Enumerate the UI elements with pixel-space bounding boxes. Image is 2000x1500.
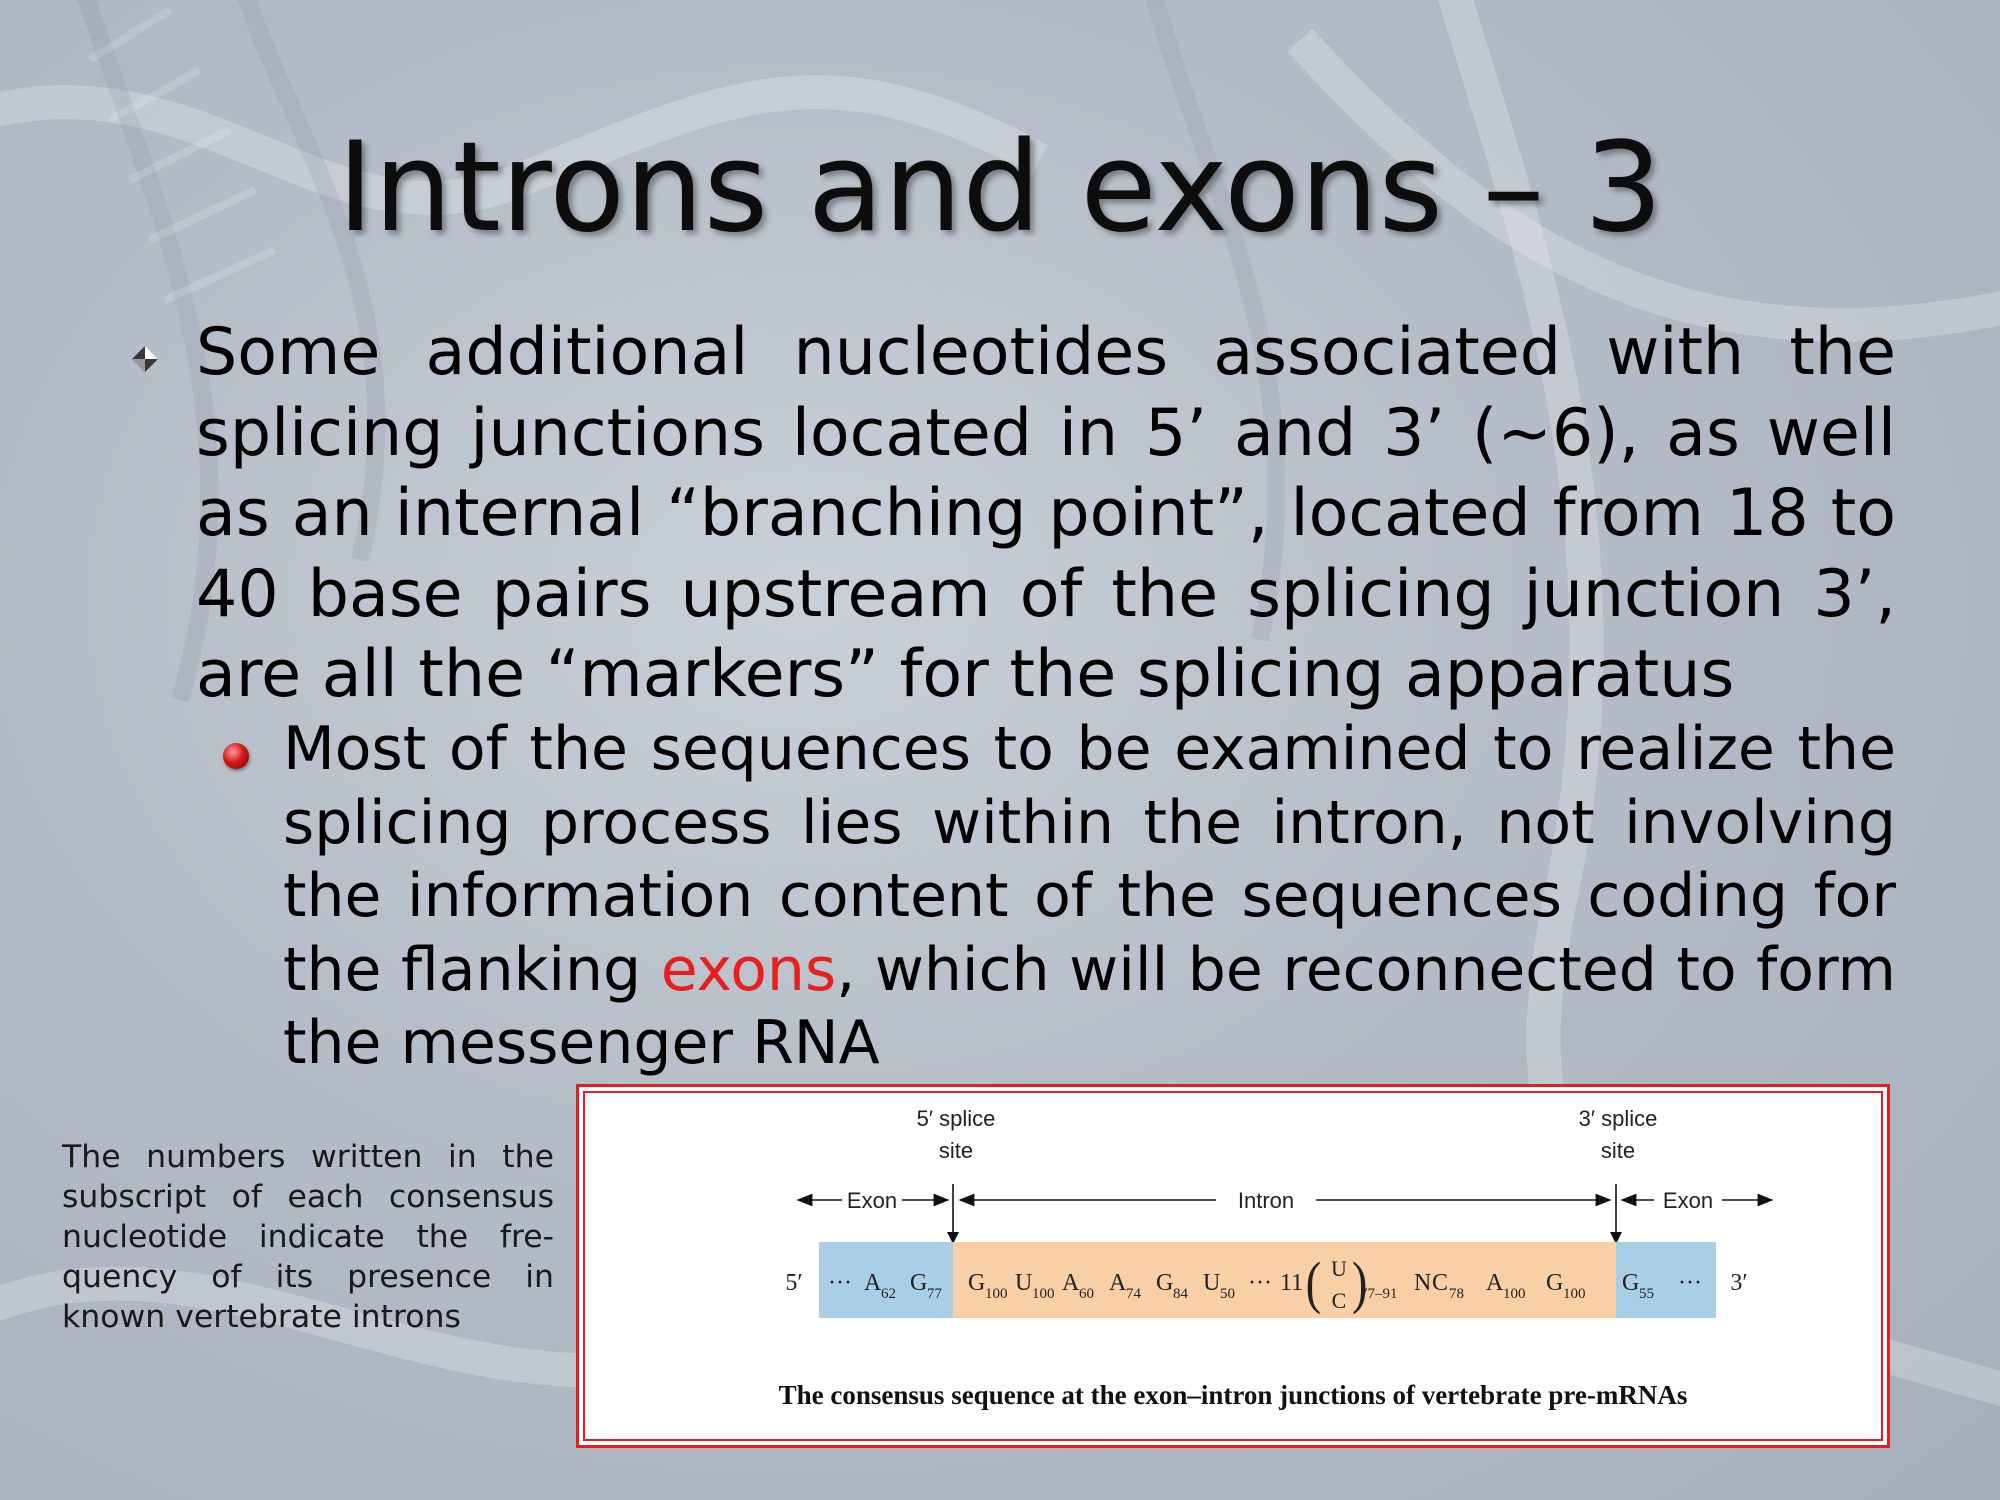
intron3-nt-freq-3: 100	[1563, 1286, 1586, 1302]
intron3-nt-base-3: G	[1546, 1270, 1563, 1296]
exon5-nt-base-1: G	[910, 1270, 927, 1296]
intron5-nt-base-2: A	[1062, 1270, 1080, 1296]
intron-gap-dots: ···	[1248, 1270, 1272, 1296]
splice-consensus-figure: 5′ splice site 3′ splice site Exon Intro…	[779, 1106, 1774, 1410]
end-3-label: 3′	[1730, 1270, 1747, 1296]
label-exon-left: Exon	[847, 1188, 897, 1213]
intron5-nt-base-5: U	[1203, 1270, 1220, 1296]
exon3-trailing-dots: ···	[1678, 1270, 1702, 1296]
intron3-nt-freq-1: 78	[1449, 1286, 1464, 1302]
intron5-nt-freq-2: 60	[1079, 1286, 1094, 1302]
intron3-nt-base-2: A	[1486, 1270, 1504, 1296]
open-paren: (	[1306, 1251, 1321, 1315]
side-caption: The numbers written in the subscript of …	[62, 1139, 554, 1335]
label-exon-right: Exon	[1663, 1188, 1713, 1213]
bullet-secondary: Most of the sequences to be examined to …	[283, 713, 1896, 1081]
intron5-nt-base-3: A	[1109, 1270, 1127, 1296]
bullet-primary: Some additional nucleotides associated w…	[196, 315, 1896, 712]
slide-title: Introns and exons – 3	[337, 116, 1663, 260]
pyrimidine-bottom: C	[1332, 1288, 1347, 1313]
close-paren: )	[1352, 1251, 1367, 1315]
exon5-nt-base-0: A	[864, 1270, 882, 1296]
label-3-site: site	[1601, 1138, 1635, 1163]
intron5-nt-freq-1: 100	[1032, 1286, 1055, 1302]
intron-gap-count: 11	[1280, 1270, 1303, 1296]
intron5-nt-base-1: U	[1015, 1270, 1032, 1296]
exon3-nt-base-0: G	[1622, 1270, 1639, 1296]
label-3-splice: 3′ splice	[1579, 1106, 1658, 1131]
intron5-nt-freq-4: 84	[1173, 1286, 1189, 1302]
exon5-nt-freq-0: 62	[881, 1286, 896, 1302]
intron5-nt-base-0: G	[968, 1270, 985, 1296]
end-5-label: 5′	[785, 1270, 802, 1296]
intron3-nt-freq-2: 100	[1503, 1286, 1526, 1302]
red-dot-bullet-icon	[223, 743, 249, 769]
pyrimidine-top: U	[1331, 1256, 1347, 1281]
label-intron: Intron	[1238, 1188, 1294, 1213]
intron5-nt-base-4: G	[1156, 1270, 1173, 1296]
exon3-nt-freq-0: 55	[1639, 1286, 1654, 1302]
diamond-bullet-icon	[132, 346, 158, 372]
exon5-nt-freq-1: 77	[927, 1286, 943, 1302]
figure-caption: The consensus sequence at the exon–intro…	[779, 1380, 1688, 1410]
intron3-nt-base-0: N	[1414, 1270, 1431, 1296]
intron5-nt-freq-3: 74	[1126, 1286, 1142, 1302]
pyrimidine-frequency: 77–91	[1360, 1286, 1398, 1302]
label-5-site: site	[939, 1138, 973, 1163]
intron3-nt-base-1: C	[1432, 1270, 1448, 1296]
label-5-splice: 5′ splice	[917, 1106, 996, 1131]
highlight-exons: exons	[660, 934, 837, 1005]
intron5-nt-freq-0: 100	[985, 1286, 1008, 1302]
exon5-leading-dots: ···	[828, 1270, 852, 1296]
intron5-nt-freq-5: 50	[1220, 1286, 1235, 1302]
